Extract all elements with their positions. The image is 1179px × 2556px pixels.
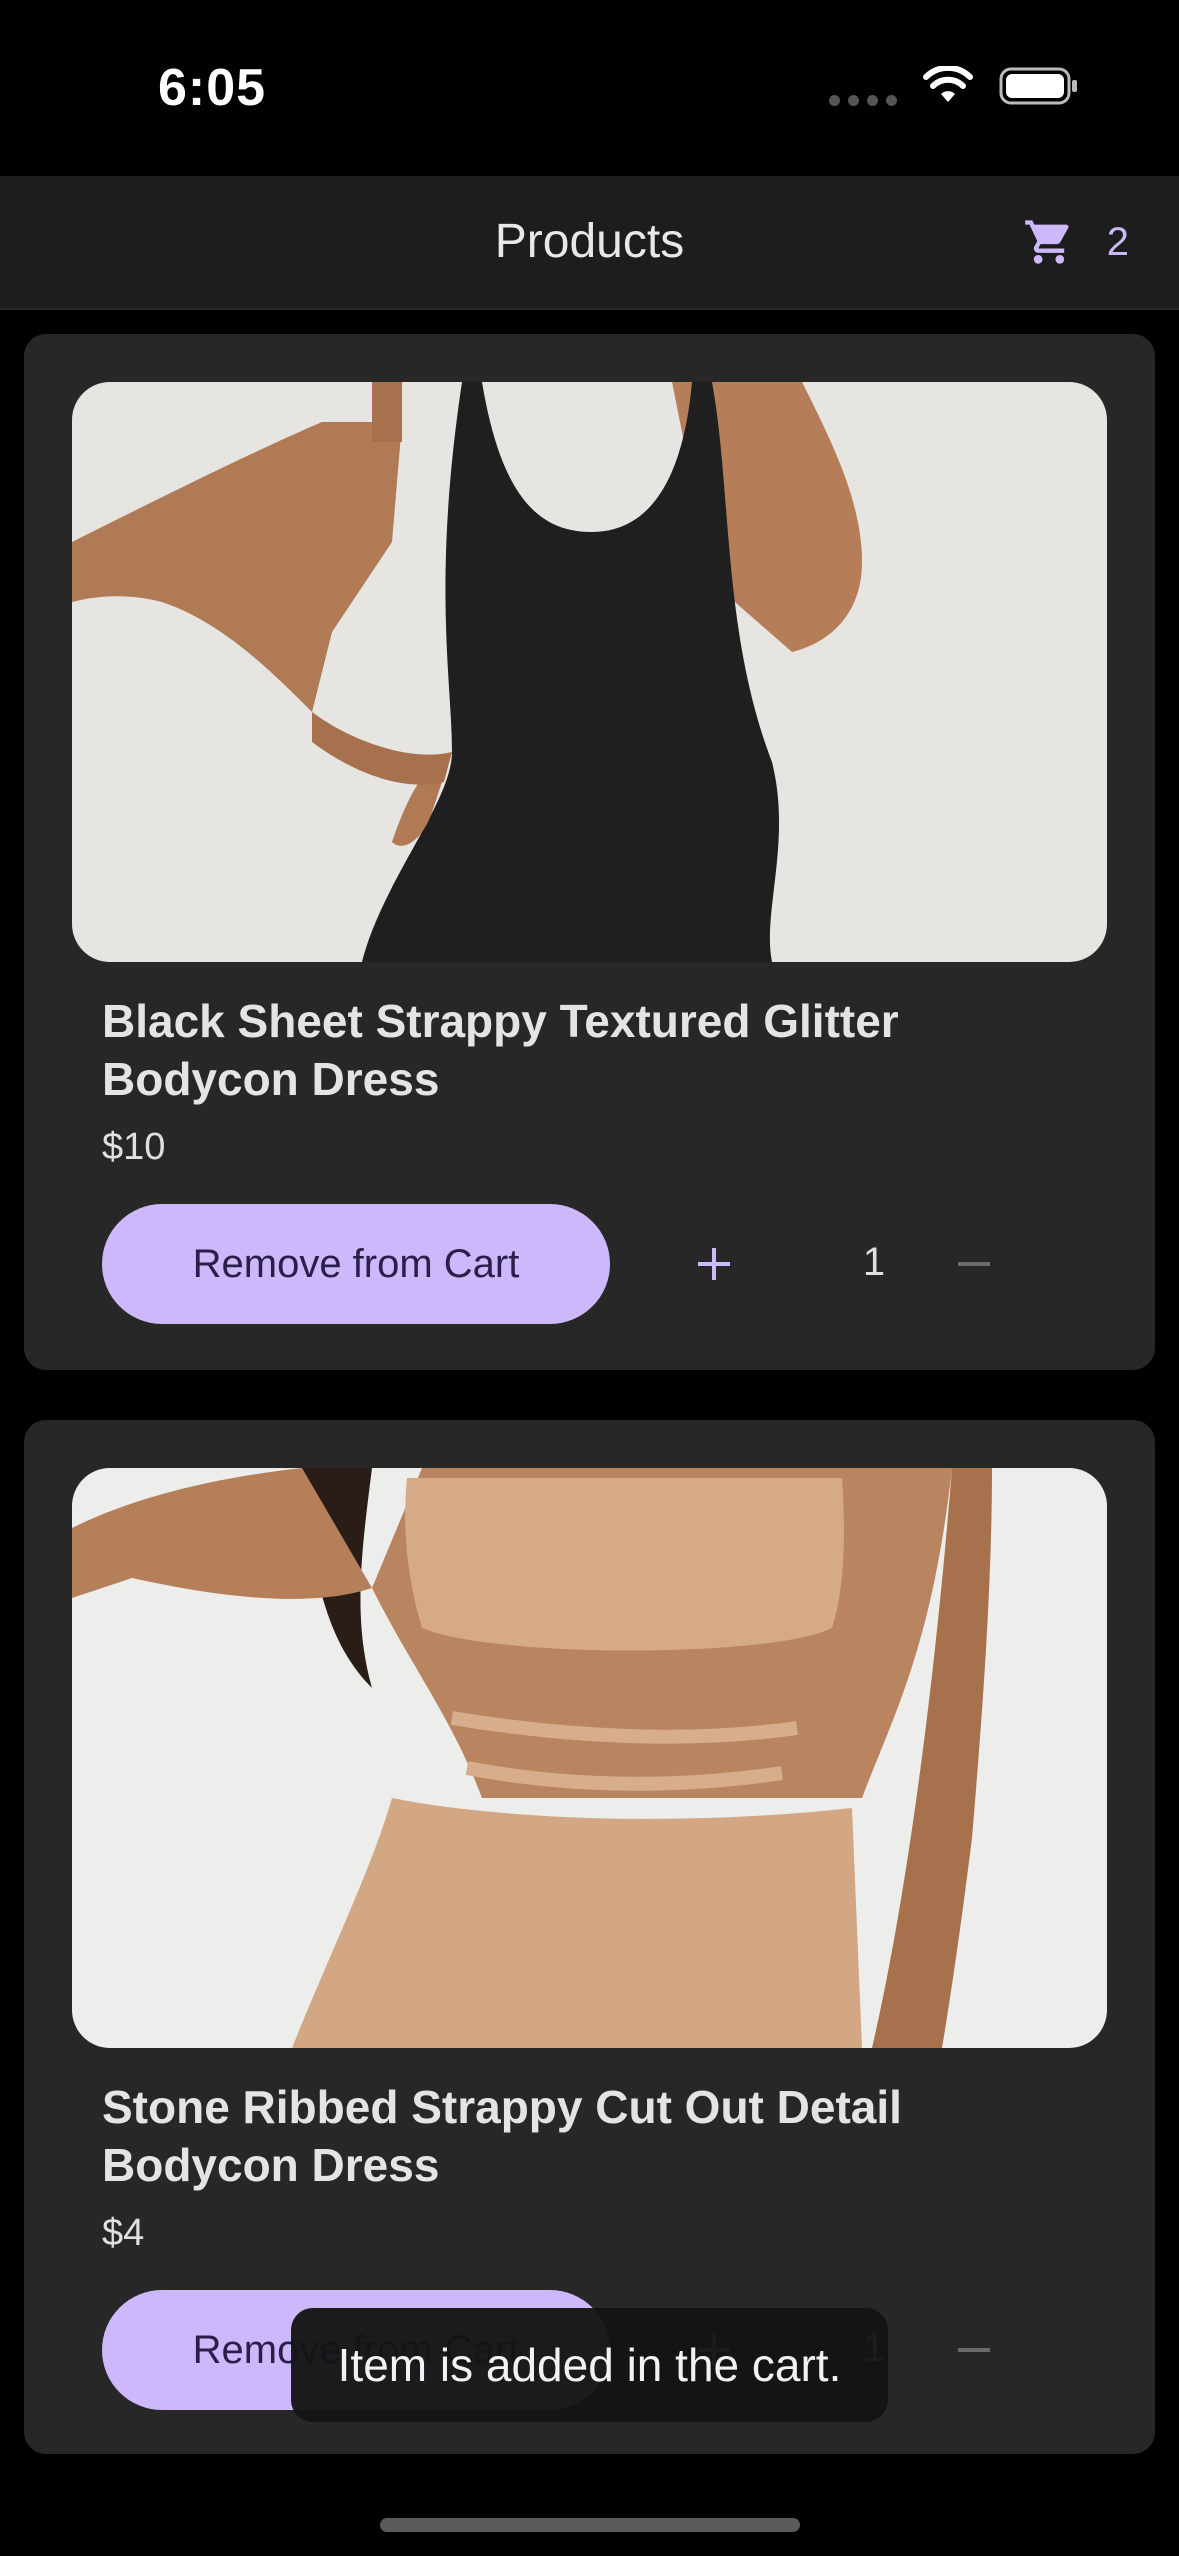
product-card: Stone Ribbed Strappy Cut Out Detail Body… <box>24 1420 1155 2454</box>
decrease-quantity-button[interactable] <box>944 1234 1004 1294</box>
product-card: Black Sheet Strappy Textured Glitter Bod… <box>24 334 1155 1370</box>
cart-count-badge: 2 <box>1106 219 1129 264</box>
minus-icon <box>958 1262 990 1266</box>
increase-quantity-button[interactable] <box>684 1234 744 1294</box>
cart-button[interactable]: 2 <box>1023 216 1129 268</box>
shopping-cart-icon <box>1024 220 1069 264</box>
status-icons <box>829 66 1079 106</box>
product-name: Stone Ribbed Strappy Cut Out Detail Body… <box>102 2081 902 2191</box>
product-image <box>72 1468 1107 2048</box>
quantity-value: 1 <box>862 1240 886 1284</box>
app-bar: Products 2 <box>0 176 1179 310</box>
minus-icon <box>958 2348 990 2352</box>
product-image <box>72 382 1107 962</box>
product-name: Black Sheet Strappy Textured Glitter Bod… <box>102 995 899 1105</box>
remove-from-cart-button[interactable]: Remove from Cart <box>102 1204 610 1324</box>
decrease-quantity-button[interactable] <box>944 2320 1004 2380</box>
battery-icon <box>999 67 1077 105</box>
wifi-icon <box>923 66 973 102</box>
cellular-signal-icon <box>829 94 897 106</box>
product-price: $4 <box>102 2212 145 2254</box>
status-time: 6:05 <box>158 59 267 117</box>
page-title: Products <box>494 215 685 268</box>
product-price: $10 <box>102 1126 166 1168</box>
status-bar: 6:05 <box>0 0 1179 176</box>
toast-message: Item is added in the cart. <box>291 2308 888 2422</box>
home-indicator[interactable] <box>380 2518 800 2532</box>
plus-icon <box>698 1248 730 1280</box>
